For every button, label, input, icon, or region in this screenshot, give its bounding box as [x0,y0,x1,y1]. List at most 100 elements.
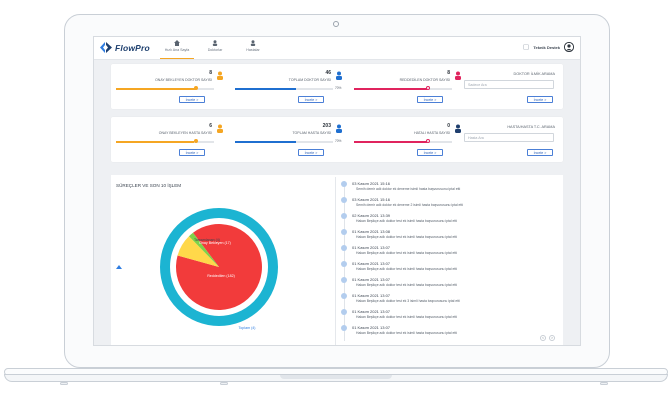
timeline-description: Hakan Beşikçe adlı doktor test ek isimli… [356,235,458,239]
user-x-icon [455,71,461,80]
timeline-date: 03 Kasım 2021 15:16 [352,181,391,186]
timeline-item: 01 Kasım 2021 13:07 Hakan Beşikçe adlı do… [339,325,559,336]
stat-value: 8 [447,70,450,76]
inspect-button[interactable]: İncele > [298,96,324,103]
progress-track [354,88,452,90]
timeline-description: Hakan Beşikçe adlı doktor test ek 3 isim… [356,299,460,303]
pager-prev-button[interactable]: < [540,335,546,341]
nav-item-doctors[interactable]: Doktorlar [198,40,232,58]
stat-label: HATALI HASTA SAYISI [414,131,450,135]
doctor-search-button[interactable]: İncele > [527,96,553,103]
panel-title: SÜREÇLER VE SON 10 İŞLEM [116,183,182,188]
timeline-item: 03 Kasım 2021 15:16 Semih demir adlı dokt… [339,197,559,208]
timeline-dot [341,309,347,315]
progress-fill [354,88,427,90]
stat-value: 203 [322,123,331,129]
timeline-item: 03 Kasım 2021 15:16 Semih demir adlı dokt… [339,181,559,192]
stat-error-patients: 0 HATALI HASTA SAYISI İncele > [354,123,466,161]
stat-value: 6 [209,123,212,129]
patient-search-title: HASTA/HASTA T.C. ARAMA [507,125,555,129]
users-icon [336,124,342,133]
timeline-item: 01 Kasım 2021 13:07 Hakan Beşikçe adlı do… [339,293,559,304]
stat-value: 0 [447,123,450,129]
inspect-button[interactable]: İncele > [298,149,324,156]
timeline-date: 01 Kasım 2021 13:07 [352,309,391,314]
timeline-description: Hakan Beşikçe adlı doktor test ek isimli… [356,251,458,255]
notification-icon[interactable] [523,44,530,50]
top-bar: FlowPro Hızlı Ana Sayfa Doktorlar Hastal… [94,37,580,60]
timeline-description: Semih demir adlı doktor ek deneme isimli… [356,187,461,191]
user-name: Teknik Destek [533,44,560,50]
camera-icon [333,21,339,27]
nav-item-home[interactable]: Hızlı Ana Sayfa [160,40,194,59]
stat-rejected-doctors: 8 REDDEDİLEN DOKTOR SAYISI İncele > [354,70,466,108]
activity-timeline: 03 Kasım 2021 15:16 Semih demir adlı dokt… [339,177,559,345]
timeline-date: 03 Kasım 2021 15:16 [352,197,391,202]
stat-pending-doctors: 8 ONAY BEKLEYEN DOKTOR SAYISI İncele > [116,70,228,108]
stat-total-doctors: 46 TOPLAM DOKTOR SAYISI 70% İncele > [235,70,347,108]
home-icon [174,40,180,46]
inspect-button[interactable]: İncele > [417,96,443,103]
ring-label: Toplam (4) [239,326,256,330]
laptop-notch [280,375,392,379]
timeline-description: Hakan Beşikçe adlı doktor test ek isimli… [356,315,458,319]
patient-search-button[interactable]: İncele > [527,149,553,156]
pager-next-button[interactable]: > [549,335,555,341]
patient-stats-card: 6 ONAY BEKLEYEN HASTA SAYISI İncele > 20… [111,117,563,162]
stat-value: 8 [209,70,212,76]
stat-label: TOPLAM HASTA SAYISI [292,131,331,135]
timeline-dot [341,213,347,219]
progress-fill [235,141,296,143]
stat-total-patients: 203 TOPLAM HASTA SAYISI 70% İncele > [235,123,347,161]
timeline-pager: < > [540,335,555,341]
timeline-dot [341,229,347,235]
doctor-icon [212,40,218,46]
timeline-dot [341,245,347,251]
timeline-description: Semih demir adlı doktor ek deneme 2 isim… [356,203,464,207]
timeline-dot [341,277,347,283]
nav-item-label: Hastalar [246,48,260,52]
inspect-button[interactable]: İncele > [417,149,443,156]
doctor-search-input[interactable]: Sadece Ara [464,80,554,89]
inspect-button[interactable]: İncele > [179,149,205,156]
progress-track [354,141,452,143]
collapse-arrow-icon[interactable] [116,265,122,269]
timeline-date: 01 Kasım 2021 13:07 [352,293,391,298]
stat-label: ONAY BEKLEYEN HASTA SAYISI [158,131,212,135]
progress-track [116,88,214,90]
stat-value: 46 [325,70,331,76]
timeline-dot [341,325,347,331]
doctor-search-title: DOKTOR İLMİK ARAMA [513,72,556,76]
user-menu[interactable]: Teknik Destek [523,42,574,52]
patient-icon [250,40,256,46]
processes-panel: SÜREÇLER VE SON 10 İŞLEM Reddedilen (182… [111,175,563,345]
timeline-description: Hakan Beşikçe adlı doktor test ek isimli… [356,331,458,335]
progress-dot [194,86,198,90]
timeline-date: 01 Kasım 2021 13:07 [352,245,391,250]
flowpro-logo-icon [100,42,112,53]
main-nav: Hızlı Ana Sayfa Doktorlar Hastalar [160,40,270,59]
nav-item-label: Doktorlar [207,48,223,52]
timeline-item: 01 Kasım 2021 13:07 Hakan Beşikçe adlı do… [339,277,559,288]
nav-item-patients[interactable]: Hastalar [236,40,270,58]
user-clock-icon [217,124,223,133]
progress-fill [235,88,296,90]
pie-label-completed: Tamamlanan (4) [194,238,220,242]
inspect-button[interactable]: İncele > [179,96,205,103]
avatar-icon[interactable] [564,42,574,52]
stat-label: ONAY BEKLEYEN DOKTOR SAYISI [155,78,212,82]
doctor-stats-card: 8 ONAY BEKLEYEN DOKTOR SAYISI İncele > 4… [111,64,563,109]
patient-search-input[interactable]: Hasta Ara [464,133,554,142]
timeline-date: 01 Kasım 2021 13:07 [352,261,391,266]
pie-label-rejected: Reddedilen (182) [207,274,235,278]
brand-logo[interactable]: FlowPro [100,42,150,53]
timeline-date: 02 Kasım 2021 13:39 [352,213,391,218]
user-alert-icon [455,124,461,133]
timeline-description: Hakan Beşikçe adlı doktor test ek isimli… [356,219,458,223]
progress-percent: 70% [335,86,342,90]
progress-fill [116,141,195,143]
timeline-dot [341,293,347,299]
timeline-item: 01 Kasım 2021 13:07 Hakan Beşikçe adlı do… [339,309,559,320]
laptop-foot-center [220,382,228,385]
process-pie-chart: Reddedilen (182)Onay Bekleyen (17)Tamaml… [160,208,278,330]
